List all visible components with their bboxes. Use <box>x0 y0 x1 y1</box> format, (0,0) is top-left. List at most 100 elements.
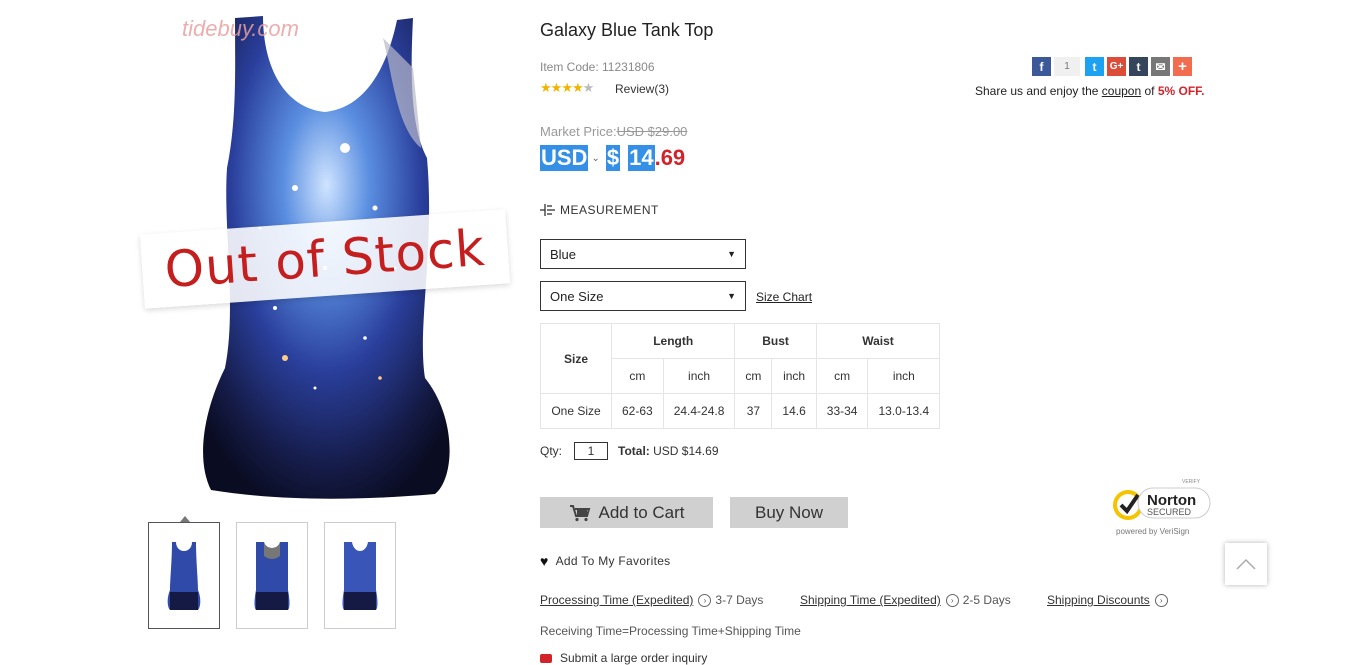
processing-days: 3-7 Days <box>715 593 764 607</box>
norton-verify: VERIFY <box>1182 479 1201 485</box>
thumbnail-1[interactable] <box>148 522 220 629</box>
google-plus-icon[interactable]: G+ <box>1107 57 1126 76</box>
measurement-link[interactable]: MEASUREMENT <box>540 203 659 217</box>
shipping-discounts: Shipping Discounts › <box>1047 593 1172 607</box>
norton-powered: powered by VeriSign <box>1116 527 1189 536</box>
share-text-mid: of <box>1141 84 1158 98</box>
unit-header: cm <box>815 358 869 394</box>
table-cell: 24.4-24.8 <box>662 393 736 429</box>
buy-now-label: Buy Now <box>754 502 824 522</box>
shipping-time-link[interactable]: Shipping Time (Expedited) <box>800 593 941 607</box>
order-total: Total: USD $14.69 <box>618 444 719 458</box>
unit-header: inch <box>771 358 817 394</box>
thumbnail-2-image <box>254 541 290 610</box>
size-table: Size Length Bust Waist cm inch cm inch c… <box>540 323 941 429</box>
back-to-top-button[interactable] <box>1225 543 1267 585</box>
color-select-value: Blue <box>550 246 577 262</box>
dropdown-arrow-icon: ▼ <box>727 249 736 259</box>
color-select[interactable]: Blue ▼ <box>540 239 746 269</box>
unit-header: cm <box>734 358 773 394</box>
table-cell: 62-63 <box>611 393 664 429</box>
share-promo: Share us and enjoy the coupon of 5% OFF. <box>975 84 1205 98</box>
email-icon[interactable]: ✉ <box>1151 57 1170 76</box>
dropdown-arrow-icon: ▼ <box>727 291 736 301</box>
table-row: One Size 62-63 24.4-24.8 37 14.6 33-34 1… <box>540 393 941 429</box>
twitter-icon[interactable]: t <box>1085 57 1104 76</box>
inquiry-label: Submit a large order inquiry <box>560 651 708 665</box>
size-select[interactable]: One Size ▼ <box>540 281 746 311</box>
star-icon: ★ <box>550 80 563 95</box>
qty-label: Qty: <box>540 444 563 458</box>
share-count: 1 <box>1054 57 1080 76</box>
chevron-right-icon[interactable]: › <box>945 593 959 607</box>
measurement-icon <box>540 204 555 216</box>
add-to-favorites-link[interactable]: ♥ Add To My Favorites <box>540 553 670 569</box>
unit-header: cm <box>611 358 664 394</box>
add-to-cart-label: Add to Cart <box>598 502 685 522</box>
norton-secured-seal[interactable]: VERIFY Norton SECURED powered by VeriSig… <box>1108 476 1212 538</box>
shipping-time: Shipping Time (Expedited) › 2-5 Days <box>800 593 1011 607</box>
processing-time-link[interactable]: Processing Time (Expedited) <box>540 593 693 607</box>
chevron-right-icon[interactable]: › <box>698 593 712 607</box>
heart-icon: ♥ <box>540 553 549 569</box>
market-price-label: Market Price: <box>540 124 617 139</box>
thumbnail-2[interactable] <box>236 522 308 629</box>
unit-header: inch <box>867 358 941 394</box>
processing-time: Processing Time (Expedited) › 3-7 Days <box>540 593 763 607</box>
norton-secured: SECURED <box>1147 507 1192 517</box>
add-to-cart-button[interactable]: Add to Cart <box>540 497 713 528</box>
more-share-icon[interactable]: + <box>1173 57 1192 76</box>
table-cell: 37 <box>734 393 773 429</box>
star-icon: ★ <box>571 80 584 95</box>
tumblr-icon[interactable]: t <box>1129 57 1148 76</box>
market-price: Market Price:USD $29.00 <box>540 124 687 139</box>
star-icon: ★ <box>540 80 552 95</box>
currency-selector[interactable]: USD <box>540 145 589 171</box>
review-link[interactable]: Review(3) <box>615 82 669 96</box>
share-discount: 5% OFF. <box>1157 84 1205 98</box>
star-icon: ★ <box>561 80 573 95</box>
chevron-right-icon[interactable]: › <box>1154 593 1168 607</box>
coupon-link[interactable]: coupon <box>1102 84 1141 98</box>
shipping-days: 2-5 Days <box>962 593 1011 607</box>
watermark-logo: tidebuy.com <box>182 16 299 41</box>
sale-price: USD ⌄ $ 14.69 <box>540 145 685 171</box>
size-select-value: One Size <box>550 288 604 304</box>
chat-icon <box>540 653 552 663</box>
qty-input[interactable]: 1 <box>574 442 608 460</box>
measurement-label: MEASUREMENT <box>560 203 659 217</box>
unit-header: inch <box>662 358 736 394</box>
rating-stars: ★★★★★ <box>540 80 595 96</box>
item-code: Item Code: 11231806 <box>540 60 655 74</box>
shipping-discounts-link[interactable]: Shipping Discounts <box>1047 593 1150 607</box>
group-header-length: Length <box>610 323 736 359</box>
facebook-icon[interactable]: f <box>1032 57 1051 76</box>
group-header-bust: Bust <box>734 323 817 359</box>
chevron-up-icon <box>1236 558 1256 570</box>
table-cell-size: One Size <box>540 393 612 429</box>
share-bar: f 1 t G+ t ✉ + <box>1032 57 1192 76</box>
price-symbol: $ <box>605 145 621 171</box>
size-header: Size <box>540 323 612 394</box>
large-order-inquiry-link[interactable]: Submit a large order inquiry <box>540 651 707 665</box>
receiving-time-note: Receiving Time=Processing Time+Shipping … <box>540 624 801 638</box>
table-cell: 14.6 <box>771 393 817 429</box>
buy-now-button[interactable]: Buy Now <box>730 497 848 528</box>
table-cell: 33-34 <box>815 393 869 429</box>
total-label: Total: <box>618 444 650 458</box>
star-empty-icon: ★ <box>582 80 595 95</box>
chevron-down-icon[interactable]: ⌄ <box>591 153 599 164</box>
thumbnail-3[interactable] <box>324 522 396 629</box>
share-text-before: Share us and enjoy the <box>975 84 1102 98</box>
out-of-stock-label: Out of Stock <box>162 218 488 300</box>
price-integer: 14 <box>628 145 655 171</box>
size-chart-link[interactable]: Size Chart <box>756 290 812 304</box>
thumbnail-1-image <box>167 541 201 610</box>
market-price-value: USD $29.00 <box>616 124 688 139</box>
product-title: Galaxy Blue Tank Top <box>540 20 714 40</box>
cart-icon <box>569 504 590 521</box>
price-decimal: .69 <box>654 145 686 170</box>
table-cell: 13.0-13.4 <box>867 393 941 429</box>
group-header-waist: Waist <box>815 323 941 359</box>
thumbnail-3-image <box>342 541 378 610</box>
